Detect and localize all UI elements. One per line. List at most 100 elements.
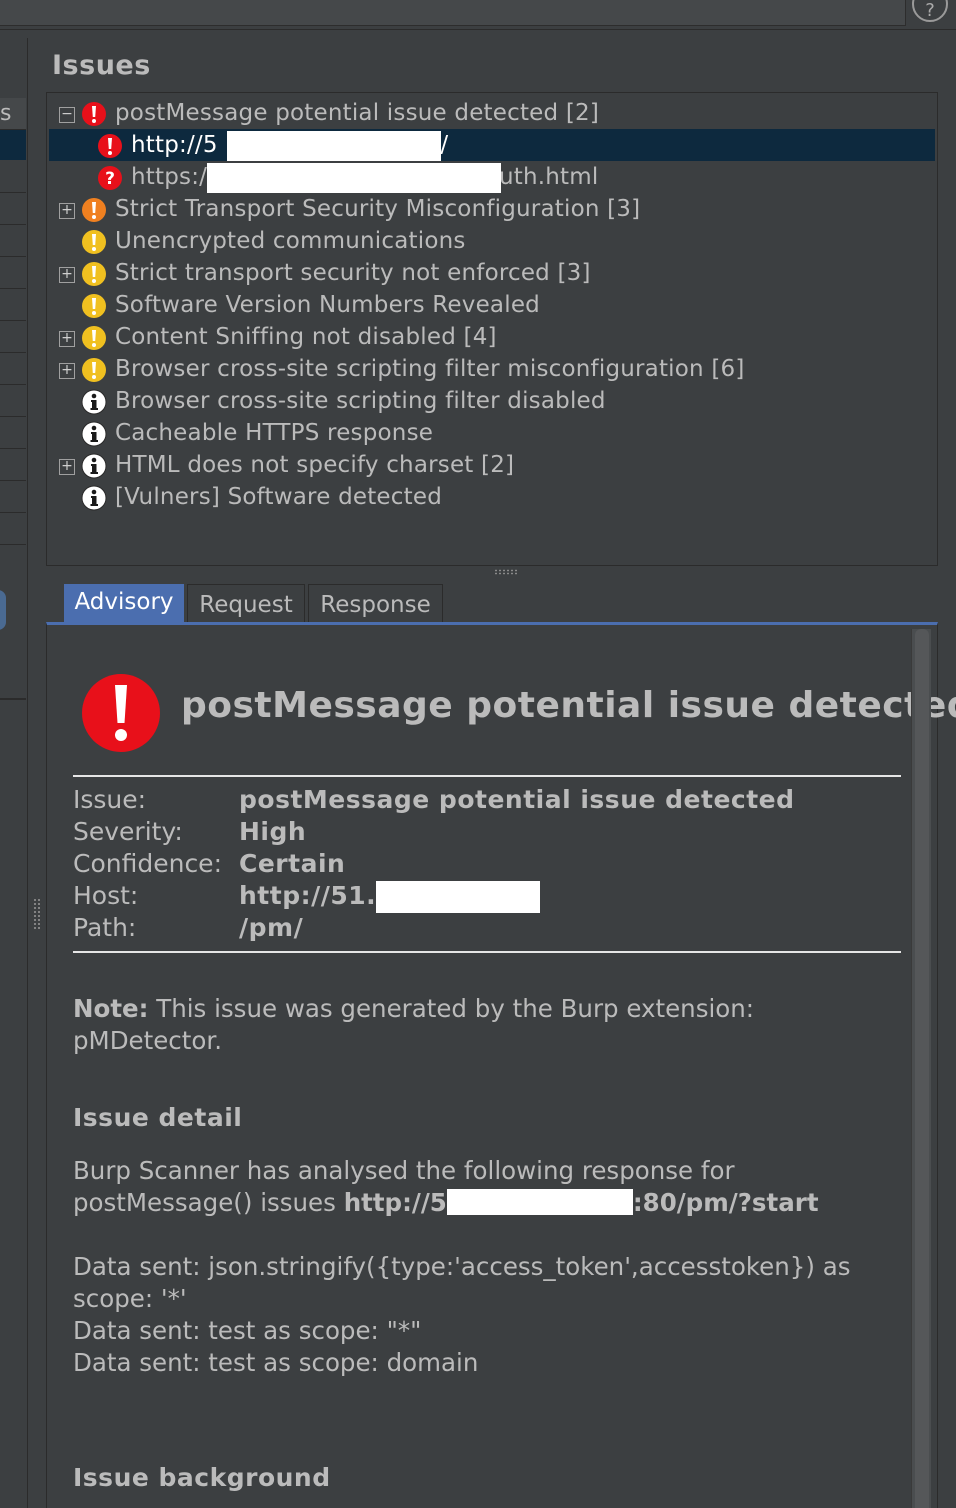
advisory-scrollbar-thumb[interactable] — [915, 629, 929, 1508]
issue-tree-row[interactable]: Unencrypted communications — [49, 225, 935, 257]
issue-tree-row[interactable]: Cacheable HTTPS response — [49, 417, 935, 449]
field-key-path: Path: — [73, 913, 137, 942]
info-tentative-icon — [81, 485, 107, 511]
advisory-scrollbar[interactable] — [911, 629, 931, 1508]
issues-tree: − postMessage potential issue detected [2… — [46, 92, 938, 566]
issue-tree-row[interactable]: + Strict Transport Security Misconfigurat… — [49, 193, 935, 225]
low-severity-icon — [81, 229, 107, 255]
left-pane-row-divider — [0, 512, 26, 513]
horizontal-splitter[interactable] — [46, 566, 938, 578]
left-site-map-pane: s — [0, 38, 28, 1508]
note-text: This issue was generated by the Burp ext… — [73, 994, 755, 1055]
svg-text:?: ? — [105, 169, 115, 189]
high-severity-icon — [82, 674, 160, 752]
issue-tree-row[interactable]: + HTML does not specify charset [2] — [49, 449, 935, 481]
vertical-splitter-grip[interactable] — [33, 898, 41, 930]
info-icon — [81, 421, 107, 447]
issues-title: Issues — [52, 50, 151, 81]
splitter-grip-icon — [494, 569, 518, 575]
low-severity-icon — [81, 293, 107, 319]
collapse-icon[interactable]: − — [59, 107, 75, 123]
issue-instance-row[interactable]: ? https:/ uth.html — [49, 161, 935, 193]
issue-tree-row[interactable]: + Strict transport security not enforced … — [49, 257, 935, 289]
left-pane-header: s — [0, 98, 26, 130]
issue-tree-row[interactable]: − postMessage potential issue detected [2… — [49, 97, 935, 129]
low-severity-icon — [81, 261, 107, 287]
redaction-box — [376, 881, 540, 913]
issue-tree-row[interactable]: + Browser cross-site scripting filter mis… — [49, 353, 935, 385]
issue-tree-label: Unencrypted communications — [115, 228, 466, 254]
advisory-panel: postMessage potential issue detected Iss… — [46, 622, 956, 1508]
tab-request[interactable]: Request — [187, 584, 305, 622]
help-button[interactable]: ? — [912, 0, 948, 22]
left-pane-row-divider — [0, 320, 26, 321]
issue-tree-row[interactable]: + Content Sniffing not disabled [4] — [49, 321, 935, 353]
issue-detail-url-suffix: :80/pm/?start — [632, 1188, 819, 1217]
tab-advisory[interactable]: Advisory — [64, 584, 184, 622]
field-key-issue: Issue: — [73, 785, 147, 814]
issue-tree-label: Cacheable HTTPS response — [115, 420, 434, 446]
issue-tree-label: Strict transport security not enforced [… — [115, 260, 591, 286]
left-pane-row-divider — [0, 288, 26, 289]
field-value-path: /pm/ — [239, 913, 304, 942]
high-severity-icon — [81, 101, 107, 127]
left-pane-row-divider — [0, 224, 26, 225]
expand-icon[interactable]: + — [59, 459, 75, 475]
data-sent-line-2: Data sent: test as scope: "*" — [73, 1316, 422, 1345]
note-paragraph: Note: This issue was generated by the Bu… — [73, 993, 903, 1057]
issue-instance-row[interactable]: http://5/pm/ — [49, 129, 935, 161]
top-toolbar: ? — [0, 0, 956, 30]
issue-tree-row[interactable]: Software Version Numbers Revealed — [49, 289, 935, 321]
issue-tree-row[interactable]: [Vulners] Software detected — [49, 481, 935, 513]
issue-detail-url-prefix: http://5 — [343, 1188, 447, 1217]
note-label: Note: — [73, 994, 149, 1023]
redaction-box — [446, 1189, 633, 1215]
issue-tree-label: postMessage potential issue detected [2] — [115, 100, 600, 126]
info-icon — [81, 453, 107, 479]
issue-tree-label: Content Sniffing not disabled [4] — [115, 324, 497, 350]
issue-detail-heading: Issue detail — [73, 1103, 243, 1132]
expand-icon[interactable]: + — [59, 331, 75, 347]
issue-tree-label: Strict Transport Security Misconfigurati… — [115, 196, 641, 222]
expand-icon[interactable]: + — [59, 363, 75, 379]
advisory-divider-bottom — [73, 951, 901, 953]
issue-tree-label: http://5 — [131, 132, 218, 158]
advisory-body: postMessage potential issue detected Iss… — [47, 625, 956, 1508]
issue-background-heading: Issue background — [73, 1463, 331, 1492]
left-pane-selected-row[interactable] — [0, 130, 26, 160]
tab-response[interactable]: Response — [308, 584, 443, 622]
field-value-issue: postMessage potential issue detected — [239, 785, 795, 814]
issue-tree-label: HTML does not specify charset [2] — [115, 452, 515, 478]
issue-tree-label: Browser cross-site scripting filter misc… — [115, 356, 745, 382]
left-pane-row-divider — [0, 544, 26, 545]
low-severity-icon — [81, 325, 107, 351]
issue-tree-label: [Vulners] Software detected — [115, 484, 442, 510]
field-key-host: Host: — [73, 881, 139, 910]
left-pane-row-divider — [0, 352, 26, 353]
toolbar-strip — [0, 0, 906, 26]
data-sent-line-3: Data sent: test as scope: domain — [73, 1348, 479, 1377]
left-pane-lower-section — [0, 698, 26, 1508]
left-pane-scroll-pill[interactable] — [0, 590, 6, 630]
redaction-box — [207, 163, 501, 193]
left-pane-row-divider — [0, 384, 26, 385]
issue-tree-label: https:/ — [131, 164, 208, 190]
field-value-confidence: Certain — [239, 849, 346, 878]
tentative-high-severity-icon: ? — [97, 165, 123, 191]
medium-severity-icon — [81, 197, 107, 223]
low-severity-icon — [81, 357, 107, 383]
left-pane-row-divider — [0, 192, 26, 193]
issue-tree-label: Software Version Numbers Revealed — [115, 292, 540, 318]
issue-tree-row[interactable]: Browser cross-site scripting filter disa… — [49, 385, 935, 417]
field-value-host: http://51. — [239, 881, 377, 910]
redaction-box — [227, 131, 441, 161]
info-icon — [81, 389, 107, 415]
expand-icon[interactable]: + — [59, 203, 75, 219]
expand-icon[interactable]: + — [59, 267, 75, 283]
left-pane-row-divider — [0, 416, 26, 417]
field-key-severity: Severity: — [73, 817, 183, 846]
high-severity-icon — [97, 133, 123, 159]
issue-tree-label-suffix: uth.html — [499, 164, 599, 190]
left-pane-row-divider — [0, 480, 26, 481]
left-pane-row-divider — [0, 256, 26, 257]
